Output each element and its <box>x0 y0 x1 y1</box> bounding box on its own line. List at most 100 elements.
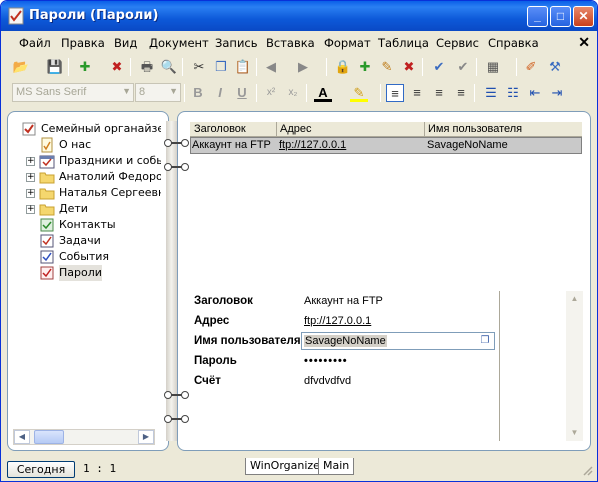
detail-title-value[interactable]: Аккаунт на FTP <box>304 295 383 307</box>
italic-icon[interactable]: I <box>211 84 229 102</box>
menu-edit[interactable]: Правка <box>61 36 105 50</box>
menu-insert[interactable]: Вставка <box>266 36 315 50</box>
tree-item-label: Пароли <box>59 265 102 281</box>
detail-divider <box>499 291 500 441</box>
menu-view[interactable]: Вид <box>114 36 137 50</box>
cell-address[interactable]: ftp://127.0.0.1 <box>279 139 346 151</box>
scroll-down-icon[interactable]: ▼ <box>566 425 583 441</box>
table-row[interactable]: Аккаунт на FTP ftp://127.0.0.1 SavageNoN… <box>190 137 582 154</box>
add-child-icon[interactable]: ✚ <box>356 58 374 76</box>
bullet-list-icon[interactable]: ☰ <box>482 84 500 102</box>
subscript-icon[interactable]: x₂ <box>284 84 302 102</box>
status-bar: Сегодня 1 : 1 WinOrganizer Main <box>1 458 597 481</box>
lock-icon[interactable]: 🔒 <box>334 58 352 76</box>
title-bar[interactable]: Пароли (Пароли) _ □ ✕ <box>1 1 597 31</box>
print-preview-icon[interactable]: 🔍 <box>160 58 178 76</box>
tree-item-label: Праздники и события <box>59 154 161 167</box>
scroll-up-icon[interactable]: ▲ <box>566 291 583 307</box>
close-button[interactable]: ✕ <box>573 6 594 27</box>
column-header-address[interactable]: Адрес <box>280 123 312 135</box>
menu-service[interactable]: Сервис <box>436 36 479 50</box>
scroll-right-icon[interactable]: ▶ <box>138 430 154 444</box>
records-grid[interactable]: Заголовок Адрес Имя пользователя Аккаунт… <box>190 122 582 272</box>
align-left-icon[interactable]: ≡ <box>386 84 404 102</box>
scroll-thumb[interactable] <box>34 430 64 444</box>
superscript-icon[interactable]: x² <box>262 84 280 102</box>
minimize-button[interactable]: _ <box>527 6 548 27</box>
cell-username: SavageNoName <box>427 139 508 151</box>
save-icon[interactable]: 💾 <box>46 58 64 76</box>
expand-icon[interactable]: + <box>26 173 35 182</box>
menu-record[interactable]: Запись <box>215 36 258 50</box>
back-icon[interactable]: ◀ <box>262 58 280 76</box>
edit-record-icon[interactable]: ✎ <box>378 58 396 76</box>
numbered-list-icon[interactable]: ☷ <box>504 84 522 102</box>
tools-icon[interactable]: ⚒ <box>546 58 564 76</box>
column-header-title[interactable]: Заголовок <box>194 123 246 135</box>
align-center-icon[interactable]: ≡ <box>408 84 426 102</box>
tasks-icon <box>40 234 54 248</box>
menu-file[interactable]: Файл <box>19 36 51 50</box>
forward-icon[interactable]: ▶ <box>294 58 312 76</box>
align-justify-icon[interactable]: ≡ <box>452 84 470 102</box>
username-field-value: SavageNoName <box>304 335 387 347</box>
autocheck-icon[interactable]: ✔ <box>454 58 472 76</box>
font-size-combo[interactable]: 8 ▼ <box>135 83 181 102</box>
open-icon[interactable]: 📂 <box>12 58 30 76</box>
username-field[interactable]: SavageNoName ❐ <box>301 332 495 350</box>
options-icon[interactable]: ✐ <box>522 58 540 76</box>
spellcheck-icon[interactable]: ✔ <box>430 58 448 76</box>
font-name-combo[interactable]: MS Sans Serif ▼ <box>12 83 134 102</box>
detail-vertical-scrollbar[interactable]: ▲ ▼ <box>566 291 583 441</box>
record-detail: Заголовок Аккаунт на FTP Адрес ftp://127… <box>190 292 500 432</box>
detail-account-label: Счёт <box>194 375 221 387</box>
maximize-button[interactable]: □ <box>550 6 571 27</box>
folder-icon <box>39 204 55 216</box>
tree-horizontal-scrollbar[interactable]: ◀ ▶ <box>13 429 155 445</box>
font-size-value: 8 <box>139 86 146 98</box>
increase-indent-icon[interactable]: ⇥ <box>548 84 566 102</box>
mdi-close-icon[interactable]: ✕ <box>578 34 590 51</box>
menu-help[interactable]: Справка <box>488 36 539 50</box>
table-icon[interactable]: ▦ <box>484 58 502 76</box>
menu-document[interactable]: Документ <box>149 36 209 50</box>
print-icon[interactable]: 🖶 <box>138 58 156 76</box>
tree-item-label: Контакты <box>59 218 116 231</box>
detail-password-value[interactable]: ••••••••• <box>304 355 348 367</box>
decrease-indent-icon[interactable]: ⇤ <box>526 84 544 102</box>
format-toolbar: MS Sans Serif ▼ 8 ▼ B I U x² x₂ A ✎ ≡ ≡ … <box>4 81 594 105</box>
scroll-left-icon[interactable]: ◀ <box>14 430 30 444</box>
highlight-icon[interactable]: ✎ <box>350 84 368 102</box>
expand-icon[interactable]: + <box>26 205 35 214</box>
new-record-icon[interactable]: ✚ <box>76 58 94 76</box>
tree-item-label: Дети <box>59 202 88 215</box>
resize-grip-icon[interactable] <box>581 464 593 476</box>
expand-icon[interactable]: + <box>26 189 35 198</box>
column-header-username[interactable]: Имя пользователя <box>428 123 522 135</box>
bold-icon[interactable]: B <box>189 84 207 102</box>
tab-winorganizer[interactable]: WinOrganizer <box>245 458 330 475</box>
app-window: Пароли (Пароли) _ □ ✕ Файл Правка Вид До… <box>0 0 598 482</box>
underline-icon[interactable]: U <box>233 84 251 102</box>
detail-username-label: Имя пользователя <box>194 335 301 347</box>
remove-child-icon[interactable]: ✖ <box>400 58 418 76</box>
notebook-tabs: WinOrganizer Main <box>237 458 357 480</box>
tab-main[interactable]: Main <box>318 458 355 475</box>
detail-title-label: Заголовок <box>194 295 253 307</box>
copy-icon[interactable]: ❐ <box>477 334 493 348</box>
delete-record-icon[interactable]: ✖ <box>108 58 126 76</box>
today-button[interactable]: Сегодня <box>7 461 75 478</box>
menu-format[interactable]: Формат <box>324 36 371 50</box>
font-color-icon[interactable]: A <box>314 84 332 102</box>
detail-address-link[interactable]: ftp://127.0.0.1 <box>304 315 371 327</box>
detail-account-value[interactable]: dfvdvdfvd <box>304 375 351 387</box>
copy-icon[interactable]: ❐ <box>212 58 230 76</box>
align-right-icon[interactable]: ≡ <box>430 84 448 102</box>
tree-view[interactable]: Семейный органайзер О нас + Праздники и … <box>11 121 161 431</box>
cut-icon[interactable]: ✂ <box>190 58 208 76</box>
menu-table[interactable]: Таблица <box>378 36 429 50</box>
expand-icon[interactable]: + <box>26 157 35 166</box>
window-title: Пароли (Пароли) <box>29 8 159 23</box>
paste-icon[interactable]: 📋 <box>234 58 252 76</box>
app-icon <box>8 7 24 25</box>
